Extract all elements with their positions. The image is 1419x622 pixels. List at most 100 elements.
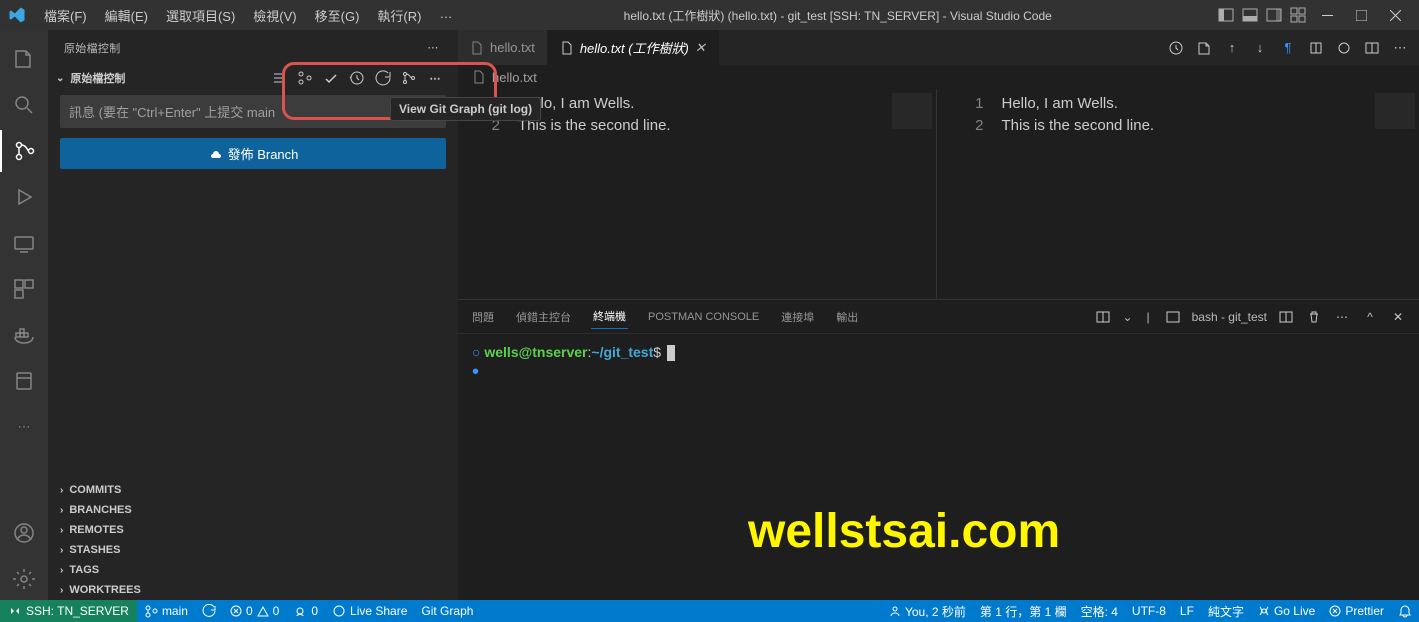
split-icon[interactable] (1363, 39, 1381, 57)
maximize-panel-icon[interactable]: ^ (1361, 308, 1379, 326)
terminal-name[interactable]: bash - git_test (1192, 310, 1267, 324)
activity-search[interactable] (0, 84, 48, 126)
panel-tab-terminal[interactable]: 終端機 (591, 304, 628, 329)
menu-edit[interactable]: 編輯(E) (97, 2, 156, 29)
more-icon[interactable]: ⋯ (1333, 308, 1351, 326)
tab-hello-worktree[interactable]: hello.txt (工作樹狀) ✕ (548, 30, 719, 65)
close-icon[interactable] (1379, 0, 1411, 30)
menu-file[interactable]: 檔案(F) (36, 2, 95, 29)
layout-sidebar-right-icon[interactable] (1263, 4, 1285, 26)
status-eol[interactable]: LF (1173, 600, 1201, 622)
panel-tab-postman[interactable]: POSTMAN CONSOLE (646, 307, 761, 327)
diff-icon[interactable] (1335, 39, 1353, 57)
menu-run[interactable]: 執行(R) (369, 2, 429, 29)
scm-section-header[interactable]: ⌄ 原始檔控制 ⋯ View Git Graph (git log) (48, 65, 458, 91)
line-number: 1 (954, 93, 984, 115)
trash-icon[interactable] (1305, 308, 1323, 326)
status-errors[interactable]: 0 0 (223, 600, 286, 622)
statusbar: SSH: TN_SERVER main 0 0 0 Live Share Git… (0, 600, 1419, 622)
publish-branch-button[interactable]: 發佈 Branch (60, 138, 446, 169)
breadcrumb[interactable]: hello.txt (458, 65, 1419, 89)
status-branch[interactable]: main (137, 600, 195, 622)
split-icon[interactable] (1277, 308, 1295, 326)
split-terminal-icon[interactable] (1094, 308, 1112, 326)
group-label: WORKTREES (69, 584, 141, 596)
refresh-icon[interactable] (374, 69, 392, 87)
group-tags[interactable]: ›TAGS (48, 560, 458, 580)
group-stashes[interactable]: ›STASHES (48, 540, 458, 560)
minimap[interactable] (1375, 93, 1415, 129)
layout-sidebar-left-icon[interactable] (1215, 4, 1237, 26)
status-prettier[interactable]: Prettier (1322, 600, 1391, 622)
terminal-chevron[interactable]: ⌄ (1122, 310, 1132, 324)
commit-message-input[interactable]: 訊息 (要在 "Ctrl+Enter" 上提交 main (60, 95, 446, 128)
bash-icon[interactable] (1164, 308, 1182, 326)
status-sync[interactable] (195, 600, 223, 622)
open-file-icon[interactable] (1195, 39, 1213, 57)
close-panel-icon[interactable]: ✕ (1389, 308, 1407, 326)
more-icon[interactable]: ⋯ (424, 39, 442, 57)
menu-view[interactable]: 檢視(V) (245, 2, 304, 29)
status-golive[interactable]: Go Live (1251, 600, 1322, 622)
activity-account[interactable] (0, 512, 48, 554)
minimap[interactable] (892, 93, 932, 129)
panel-tab-ports[interactable]: 連接埠 (779, 305, 816, 329)
activity-settings[interactable] (0, 558, 48, 600)
prev-change-icon[interactable]: ↑ (1223, 39, 1241, 57)
history-icon[interactable] (348, 69, 366, 87)
status-remote-label: SSH: TN_SERVER (26, 604, 129, 618)
diff-right-pane[interactable]: 1Hello, I am Wells. 2This is the second … (942, 89, 1419, 299)
status-ports-count: 0 (311, 604, 318, 618)
next-change-icon[interactable]: ↓ (1251, 39, 1269, 57)
status-spaces[interactable]: 空格: 4 (1074, 600, 1125, 622)
group-remotes[interactable]: ›REMOTES (48, 520, 458, 540)
git-graph-icon[interactable] (400, 69, 418, 87)
terminal[interactable]: ○ wells@tnserver:~/git_test$ • wellstsai… (458, 334, 1419, 597)
warning-icon (257, 605, 269, 617)
group-commits[interactable]: ›COMMITS (48, 480, 458, 500)
status-liveshare[interactable]: Live Share (325, 600, 414, 622)
panel-tab-debug[interactable]: 偵錯主控台 (514, 305, 573, 329)
more-actions-icon[interactable]: ⋯ (426, 69, 444, 87)
diff-editor[interactable]: 1Hello, I am Wells. 2This is the second … (458, 89, 1419, 299)
tree-view-icon[interactable] (270, 69, 288, 87)
close-tab-icon[interactable]: ✕ (695, 40, 706, 56)
chevron-right-icon: › (60, 545, 63, 556)
menu-go[interactable]: 移至(G) (307, 2, 368, 29)
activity-remote[interactable] (0, 222, 48, 264)
status-encoding[interactable]: UTF-8 (1125, 600, 1173, 622)
more-icon[interactable]: ⋯ (1391, 39, 1409, 57)
activity-explorer[interactable] (0, 38, 48, 80)
activity-debug[interactable] (0, 176, 48, 218)
chevron-right-icon: › (60, 585, 63, 596)
panel-tab-output[interactable]: 輸出 (834, 305, 860, 329)
book-icon[interactable] (1307, 39, 1325, 57)
check-icon[interactable] (322, 69, 340, 87)
status-gitgraph[interactable]: Git Graph (414, 600, 480, 622)
minimize-icon[interactable] (1311, 0, 1343, 30)
menu-selection[interactable]: 選取項目(S) (158, 2, 243, 29)
status-blame[interactable]: You, 2 秒前 (882, 600, 973, 622)
maximize-icon[interactable] (1345, 0, 1377, 30)
activity-ellipsis[interactable]: ⋯ (0, 406, 48, 448)
branch-icon[interactable] (296, 69, 314, 87)
whitespace-icon[interactable]: ¶ (1279, 39, 1297, 57)
editor-actions: ↑ ↓ ¶ ⋯ (1157, 30, 1419, 65)
status-ports[interactable]: 0 (286, 600, 325, 622)
activity-extensions[interactable] (0, 268, 48, 310)
layout-customize-icon[interactable] (1287, 4, 1309, 26)
history-icon[interactable] (1167, 39, 1185, 57)
status-remote[interactable]: SSH: TN_SERVER (0, 600, 137, 622)
status-language[interactable]: 純文字 (1201, 600, 1251, 622)
group-branches[interactable]: ›BRANCHES (48, 500, 458, 520)
group-worktrees[interactable]: › WORKTREES (48, 580, 458, 600)
panel-tab-problems[interactable]: 問題 (470, 305, 496, 329)
activity-other[interactable] (0, 360, 48, 402)
activity-docker[interactable] (0, 314, 48, 356)
layout-panel-icon[interactable] (1239, 4, 1261, 26)
status-position[interactable]: 第 1 行，第 1 欄 (973, 600, 1074, 622)
tab-hello[interactable]: hello.txt (458, 30, 548, 65)
menu-overflow[interactable]: … (431, 2, 460, 29)
activity-scm[interactable] (0, 130, 48, 172)
status-notifications[interactable] (1391, 600, 1419, 622)
